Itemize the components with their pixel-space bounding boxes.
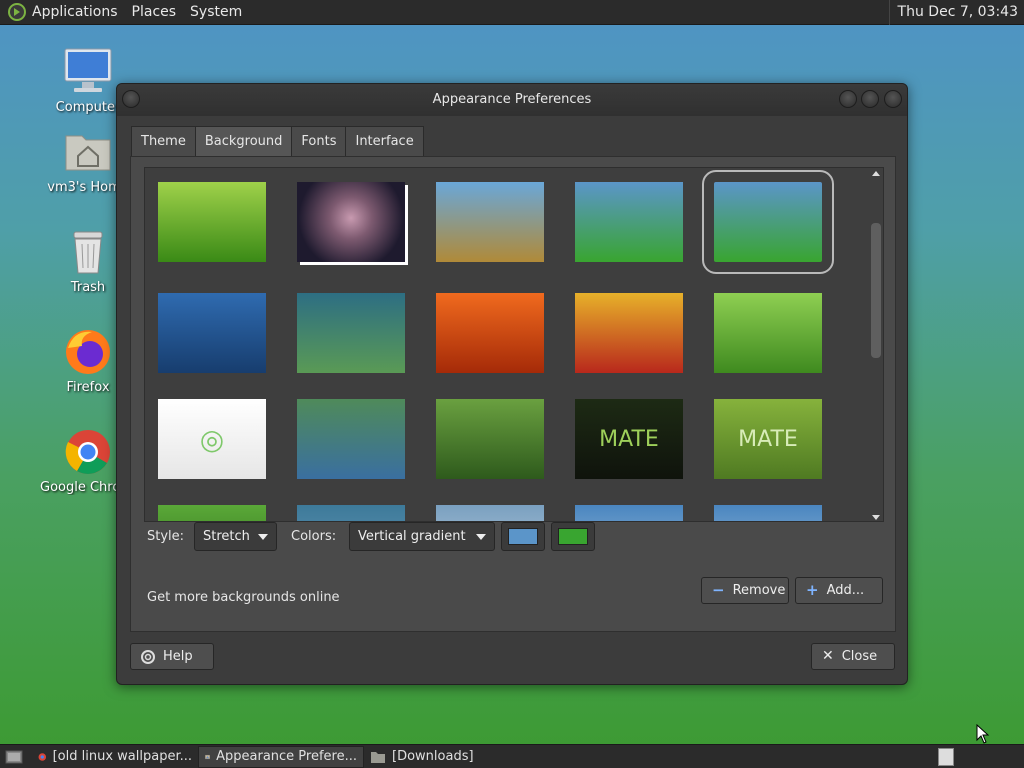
appearance-preferences-window: Appearance Preferences Theme Background … <box>116 83 908 685</box>
wallpaper-grid[interactable]: ◎ MATE MATE <box>144 167 884 522</box>
tab-fonts[interactable]: Fonts <box>292 126 347 156</box>
minimize-button[interactable] <box>839 90 857 108</box>
secondary-color-button[interactable] <box>551 522 595 551</box>
wallpaper-thumbnail[interactable]: MATE <box>575 399 683 479</box>
tab-theme[interactable]: Theme <box>131 126 196 156</box>
background-options-row: Style: Stretch Colors: Vertical gradient <box>131 518 897 554</box>
window-close-button[interactable] <box>884 90 902 108</box>
window-title: Appearance Preferences <box>432 92 592 107</box>
tab-bar: Theme Background Fonts Interface <box>131 126 424 156</box>
wallpaper-thumbnail[interactable] <box>575 293 683 373</box>
tab-background[interactable]: Background <box>195 126 293 156</box>
workspace-switcher[interactable] <box>938 748 954 766</box>
close-icon: ✕ <box>822 648 834 664</box>
mate-menu-icon[interactable] <box>8 3 26 21</box>
wallpaper-thumbnail[interactable] <box>158 182 266 262</box>
wallpaper-thumbnail[interactable] <box>575 182 683 262</box>
task-downloads[interactable]: [Downloads] <box>364 746 530 768</box>
window-titlebar[interactable]: Appearance Preferences <box>117 84 907 116</box>
wallpaper-thumbnail[interactable] <box>297 293 405 373</box>
appearance-icon <box>205 754 210 759</box>
colors-dropdown[interactable]: Vertical gradient <box>349 522 495 551</box>
bottom-taskbar: [old linux wallpaper... Appearance Prefe… <box>0 744 1024 768</box>
tab-interface[interactable]: Interface <box>346 126 424 156</box>
task-label: Appearance Prefere... <box>216 749 357 764</box>
minus-icon: − <box>712 581 725 599</box>
panel-clock[interactable]: Thu Dec 7, 03:43 <box>888 0 1024 25</box>
wallpaper-thumbnail[interactable] <box>702 170 834 274</box>
menu-applications[interactable]: Applications <box>32 4 118 20</box>
wallpaper-thumbnail[interactable] <box>714 293 822 373</box>
menu-places[interactable]: Places <box>132 4 177 20</box>
help-button-label: Help <box>163 649 193 664</box>
task-label: [Downloads] <box>392 749 474 764</box>
task-appearance[interactable]: Appearance Prefere... <box>198 745 364 768</box>
chrome-icon <box>65 430 110 474</box>
add-button-label: Add... <box>826 583 865 598</box>
wallpaper-thumbnail[interactable] <box>297 399 405 479</box>
help-icon <box>141 649 155 664</box>
chrome-icon <box>38 752 47 761</box>
help-button[interactable]: Help <box>130 643 214 670</box>
close-button-label: Close <box>841 649 878 664</box>
primary-color-swatch <box>508 528 538 545</box>
style-label: Style: <box>147 529 185 544</box>
home-folder-icon <box>65 135 111 171</box>
close-button[interactable]: ✕ Close <box>811 643 895 670</box>
show-desktop-icon[interactable] <box>4 748 26 766</box>
computer-icon <box>64 48 112 92</box>
top-panel: Applications Places System Thu Dec 7, 03… <box>0 0 1024 25</box>
more-backgrounds-link[interactable]: Get more backgrounds online <box>147 590 340 605</box>
remove-button-label: Remove <box>732 583 786 598</box>
task-label: [old linux wallpaper... <box>52 749 192 764</box>
plus-icon: + <box>806 581 819 599</box>
scrollbar-thumb[interactable] <box>871 223 881 358</box>
menu-system[interactable]: System <box>190 4 242 20</box>
chevron-down-icon <box>257 534 268 540</box>
firefox-icon <box>66 330 110 374</box>
trash-icon <box>73 231 103 274</box>
maximize-button[interactable] <box>861 90 879 108</box>
add-button[interactable]: + Add... <box>795 577 883 604</box>
wallpaper-thumbnail[interactable]: MATE <box>714 399 822 479</box>
colors-dropdown-value: Vertical gradient <box>358 529 466 544</box>
chevron-down-icon <box>476 534 486 540</box>
scroll-up-icon[interactable] <box>872 171 880 176</box>
task-chrome[interactable]: [old linux wallpaper... <box>32 746 198 768</box>
style-dropdown[interactable]: Stretch <box>194 522 277 551</box>
wallpaper-thumbnail[interactable]: ◎ <box>158 399 266 479</box>
wallpaper-thumbnail[interactable] <box>297 182 405 262</box>
wallpaper-thumbnail[interactable] <box>436 182 544 262</box>
background-tab-panel: ◎ MATE MATE Style: Stretch Colors: Vertica… <box>130 156 896 632</box>
wallpaper-scrollbar[interactable] <box>871 168 881 521</box>
wallpaper-thumbnail[interactable] <box>436 399 544 479</box>
folder-icon <box>371 751 385 763</box>
secondary-color-swatch <box>558 528 588 545</box>
primary-color-button[interactable] <box>501 522 545 551</box>
wallpaper-thumbnail[interactable] <box>158 293 266 373</box>
style-dropdown-value: Stretch <box>203 529 250 544</box>
colors-label: Colors: <box>291 529 337 544</box>
mouse-cursor-icon <box>976 724 990 744</box>
remove-button[interactable]: − Remove <box>701 577 789 604</box>
wallpaper-thumbnail[interactable] <box>436 293 544 373</box>
